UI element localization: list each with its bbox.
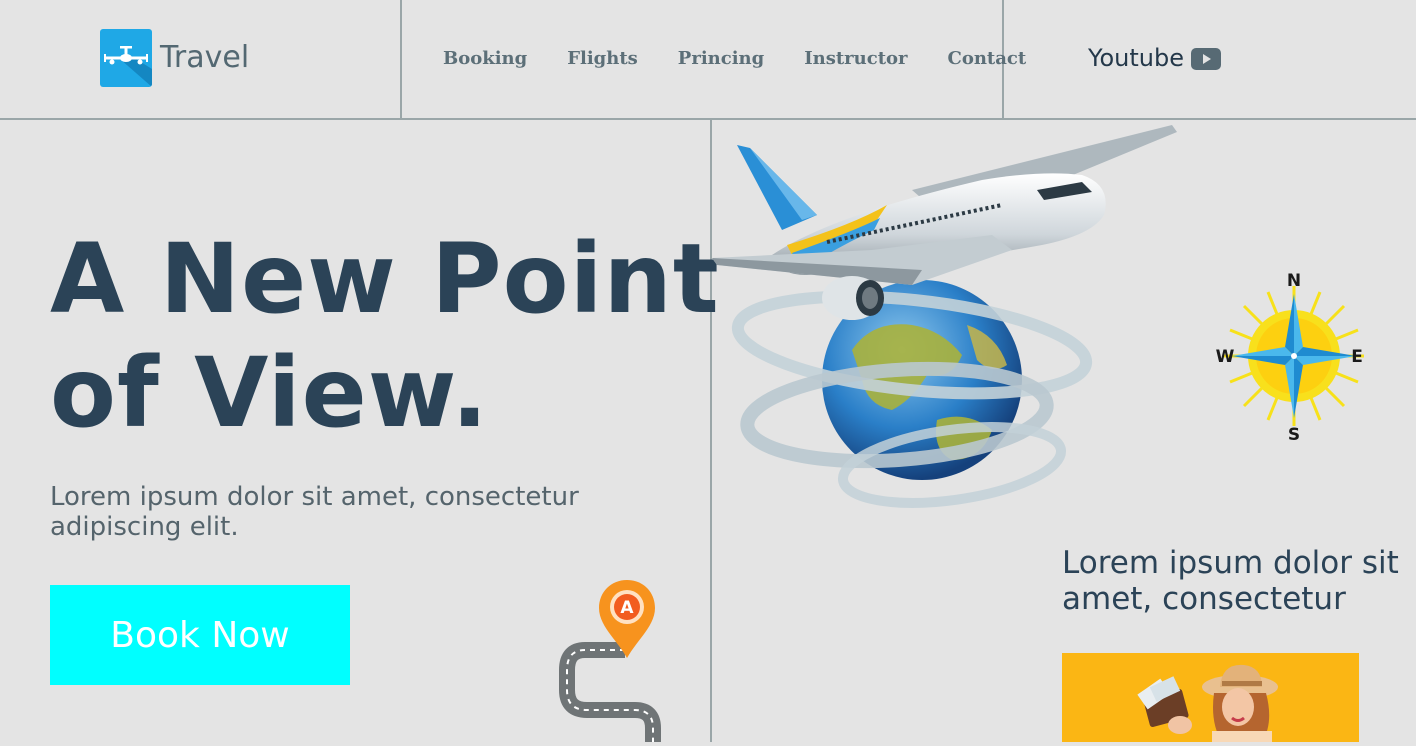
nav-flights[interactable]: Flights bbox=[567, 48, 638, 69]
nav-booking[interactable]: Booking bbox=[443, 48, 527, 69]
logo-icon[interactable] bbox=[100, 29, 152, 87]
main-nav: Booking Flights Princing Instructor Cont… bbox=[443, 48, 1026, 69]
compass-illustration: N S W E bbox=[1210, 268, 1370, 450]
hero-title-line-1: A New Point bbox=[50, 223, 720, 335]
youtube-icon[interactable] bbox=[1191, 48, 1221, 74]
map-pin-letter: A bbox=[620, 598, 634, 618]
header-divider-left bbox=[400, 0, 402, 118]
book-now-button[interactable]: Book Now bbox=[50, 585, 350, 685]
compass-south: S bbox=[1288, 425, 1300, 445]
hero-title: A New Point of View. bbox=[50, 222, 720, 450]
nav-instructor[interactable]: Instructor bbox=[804, 48, 907, 69]
airplane-globe-illustration bbox=[712, 120, 1182, 524]
hero-subtitle-line-2: adipiscing elit. bbox=[50, 512, 239, 542]
hero-title-line-2: of View. bbox=[50, 337, 489, 449]
traveler-photo bbox=[1062, 653, 1359, 742]
side-heading: Lorem ipsum dolor sit amet, consectetur bbox=[1062, 545, 1416, 617]
logo-text[interactable]: Travel bbox=[160, 40, 249, 75]
youtube-link[interactable]: Youtube bbox=[1088, 44, 1184, 72]
side-heading-line-2: amet, consectetur bbox=[1062, 581, 1346, 617]
compass-east: E bbox=[1351, 347, 1363, 367]
nav-contact[interactable]: Contact bbox=[948, 48, 1027, 69]
compass-north: N bbox=[1287, 271, 1301, 291]
route-pin-illustration: A bbox=[555, 578, 665, 746]
compass-west: W bbox=[1216, 347, 1235, 367]
header-bottom-border bbox=[0, 118, 1416, 120]
nav-pricing[interactable]: Princing bbox=[678, 48, 764, 69]
hero-subtitle: Lorem ipsum dolor sit amet, consectetur … bbox=[50, 482, 650, 542]
side-heading-line-1: Lorem ipsum dolor sit bbox=[1062, 545, 1399, 581]
hero-subtitle-line-1: Lorem ipsum dolor sit amet, consectetur bbox=[50, 482, 579, 512]
